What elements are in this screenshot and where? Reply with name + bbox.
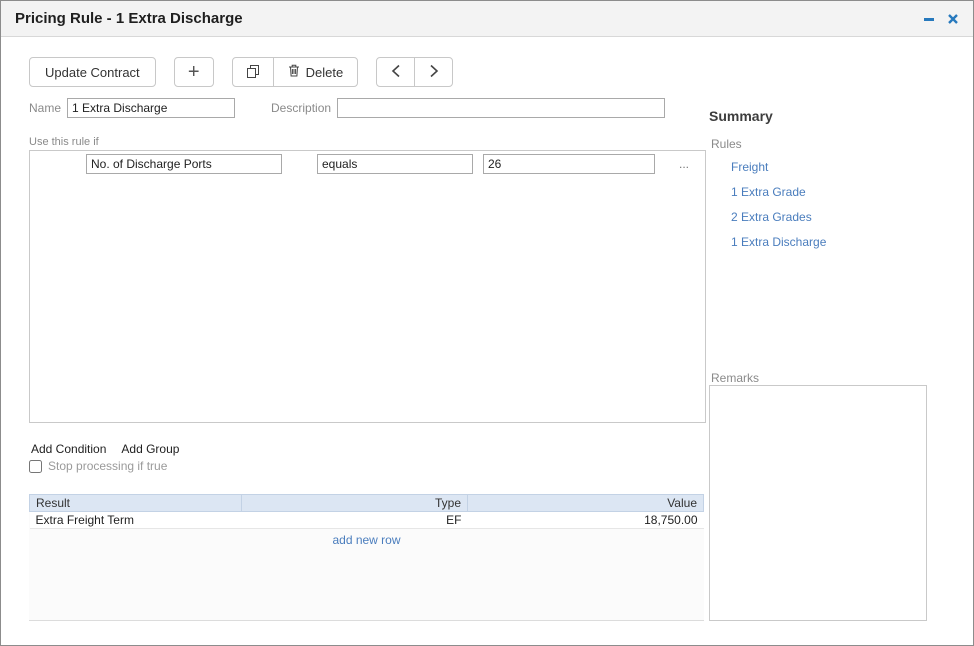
toolbar: Update Contract + bbox=[29, 57, 471, 87]
chevron-right-icon bbox=[429, 64, 439, 81]
previous-rule-button[interactable] bbox=[376, 57, 415, 87]
condition-value-field[interactable] bbox=[483, 154, 655, 174]
minimize-icon[interactable] bbox=[921, 11, 937, 27]
condition-builder-panel: ... bbox=[29, 150, 706, 423]
description-field[interactable] bbox=[337, 98, 665, 118]
copy-button[interactable] bbox=[232, 57, 274, 87]
stop-processing-checkbox[interactable] bbox=[29, 460, 42, 473]
copy-icon bbox=[246, 64, 260, 81]
dialog-title: Pricing Rule - 1 Extra Discharge bbox=[15, 10, 243, 27]
condition-field-select[interactable] bbox=[86, 154, 282, 174]
name-label: Name bbox=[29, 101, 61, 115]
add-rule-button[interactable]: + bbox=[174, 57, 214, 87]
plus-icon: + bbox=[188, 61, 200, 84]
summary-rule-link-1-extra-discharge[interactable]: 1 Extra Discharge bbox=[731, 235, 826, 249]
column-header-value: Value bbox=[468, 495, 704, 512]
rules-label: Rules bbox=[711, 137, 742, 151]
next-rule-button[interactable] bbox=[414, 57, 453, 87]
copy-delete-button-group: Delete bbox=[232, 57, 359, 87]
add-group-link[interactable]: Add Group bbox=[121, 442, 179, 456]
condition-actions: Add Condition Add Group bbox=[31, 442, 179, 456]
condition-row: ... bbox=[30, 154, 705, 174]
description-label: Description bbox=[271, 101, 331, 115]
cell-value[interactable]: 18,750.00 bbox=[468, 512, 704, 529]
rules-list: Freight 1 Extra Grade 2 Extra Grades 1 E… bbox=[731, 160, 826, 249]
trash-icon bbox=[288, 64, 300, 80]
remarks-label: Remarks bbox=[711, 371, 759, 385]
titlebar-tools bbox=[921, 11, 961, 27]
name-field[interactable] bbox=[67, 98, 235, 118]
cell-type[interactable]: EF bbox=[242, 512, 468, 529]
summary-rule-link-2-extra-grades[interactable]: 2 Extra Grades bbox=[731, 210, 826, 224]
nav-button-group bbox=[376, 57, 453, 87]
table-row[interactable]: Extra Freight Term EF 18,750.00 bbox=[30, 512, 704, 529]
condition-operator-select[interactable] bbox=[317, 154, 473, 174]
use-this-rule-if-label: Use this rule if bbox=[29, 136, 99, 148]
dialog-body: Update Contract + bbox=[1, 38, 973, 645]
results-section: Result Type Value Extra Freight Term EF … bbox=[29, 494, 704, 621]
delete-button-label: Delete bbox=[306, 65, 344, 80]
chevron-left-icon bbox=[391, 64, 401, 81]
pricing-rule-dialog: Pricing Rule - 1 Extra Discharge Update … bbox=[0, 0, 974, 646]
more-options-button[interactable]: ... bbox=[679, 157, 689, 171]
add-condition-link[interactable]: Add Condition bbox=[31, 442, 106, 456]
dialog-titlebar: Pricing Rule - 1 Extra Discharge bbox=[1, 1, 973, 37]
summary-rule-link-freight[interactable]: Freight bbox=[731, 160, 826, 174]
column-header-result: Result bbox=[30, 495, 242, 512]
results-header-row: Result Type Value bbox=[30, 495, 704, 512]
column-header-type: Type bbox=[242, 495, 468, 512]
summary-rule-link-1-extra-grade[interactable]: 1 Extra Grade bbox=[731, 185, 826, 199]
add-new-row-link[interactable]: add new row bbox=[29, 533, 704, 547]
name-description-row: Name Description bbox=[29, 98, 665, 118]
stop-processing-label: Stop processing if true bbox=[48, 459, 167, 473]
cell-result[interactable]: Extra Freight Term bbox=[30, 512, 242, 529]
delete-button[interactable]: Delete bbox=[273, 57, 359, 87]
close-icon[interactable] bbox=[945, 11, 961, 27]
update-contract-button[interactable]: Update Contract bbox=[29, 57, 156, 87]
summary-heading: Summary bbox=[709, 108, 773, 124]
remarks-textarea[interactable] bbox=[709, 385, 927, 621]
results-table: Result Type Value Extra Freight Term EF … bbox=[29, 494, 704, 529]
stop-processing-row: Stop processing if true bbox=[29, 459, 167, 473]
